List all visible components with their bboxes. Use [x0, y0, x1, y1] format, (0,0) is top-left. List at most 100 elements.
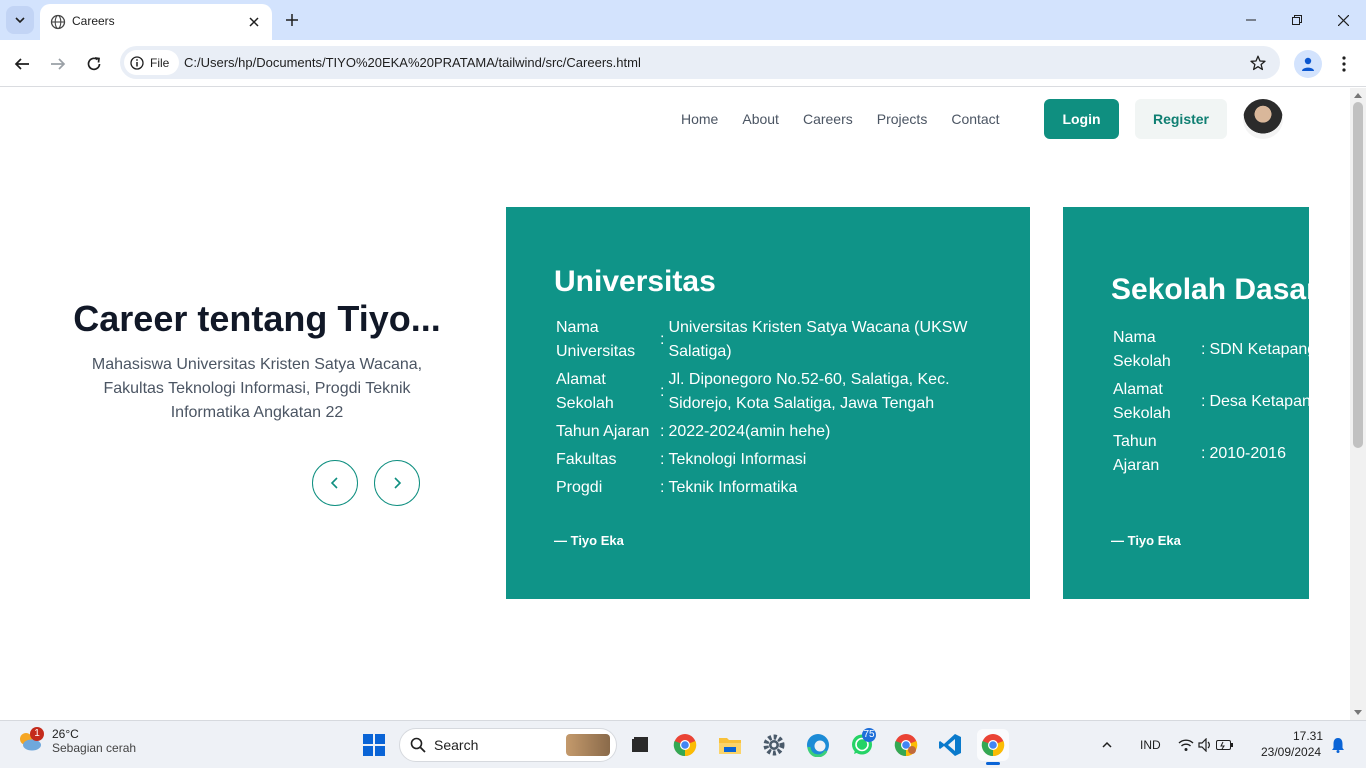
taskbar-file-explorer[interactable]	[714, 729, 746, 761]
taskbar: 26°C Sebagian cerah 1 Search 75 IND 17.3…	[0, 720, 1366, 768]
scroll-up-arrow[interactable]	[1354, 93, 1362, 98]
start-button[interactable]	[358, 729, 390, 761]
search-highlight-image	[566, 734, 610, 756]
row-separator: :	[1201, 445, 1206, 462]
address-bar[interactable]: File C:/Users/hp/Documents/TIYO%20EKA%20…	[120, 46, 1280, 79]
avatar[interactable]	[1243, 99, 1283, 139]
browser-tab[interactable]: Careers	[40, 4, 272, 40]
restore-icon	[1292, 15, 1302, 25]
vscode-icon	[939, 734, 961, 756]
taskbar-vscode[interactable]	[934, 729, 966, 761]
system-tray-quick-settings[interactable]	[1176, 729, 1236, 761]
hero-subtitle: Mahasiswa Universitas Kristen Satya Waca…	[91, 356, 423, 421]
chrome-profile-icon	[894, 734, 918, 757]
weather-temperature: 26°C	[52, 727, 79, 741]
hero-title: Career tentang Tiyo...	[73, 298, 441, 339]
clock-date[interactable]: 23/09/2024	[1261, 745, 1321, 759]
login-button[interactable]: Login	[1044, 99, 1119, 139]
back-button[interactable]	[10, 52, 34, 76]
windows-start-icon	[363, 734, 385, 756]
close-icon	[1337, 14, 1349, 26]
chevron-up-icon	[1102, 741, 1112, 748]
table-row: Alamat Sekolah : Desa Ketapang, Kab.Sema…	[1111, 378, 1309, 426]
page-scrollbar[interactable]	[1350, 88, 1366, 720]
nav-link-careers[interactable]: Careers	[803, 111, 853, 127]
arrow-left-icon	[14, 58, 29, 70]
whatsapp-badge: 75	[862, 728, 876, 742]
row-value: Teknologi Informasi	[668, 451, 807, 468]
arrow-right-icon	[51, 58, 66, 70]
taskbar-search[interactable]: Search	[399, 728, 617, 762]
clock-time[interactable]: 17.31	[1293, 729, 1323, 743]
row-separator: :	[660, 383, 665, 400]
carousel-next-button[interactable]	[374, 460, 420, 506]
register-button[interactable]: Register	[1135, 99, 1227, 139]
nav-link-projects[interactable]: Projects	[877, 111, 928, 127]
chevron-left-icon	[330, 477, 338, 489]
task-view-button[interactable]	[624, 729, 656, 761]
tab-title: Careers	[72, 14, 115, 28]
browser-tab-strip: Careers	[0, 0, 1366, 40]
chrome-icon	[981, 734, 1005, 757]
restore-button[interactable]	[1274, 0, 1320, 40]
plus-icon	[286, 14, 298, 26]
notifications-button[interactable]	[1326, 729, 1350, 761]
tab-search-button[interactable]	[6, 6, 34, 34]
taskbar-chrome-1[interactable]	[669, 729, 701, 761]
row-value: SDN Ketapang	[1209, 341, 1309, 358]
row-separator: :	[660, 451, 665, 468]
site-info-chip[interactable]: File	[124, 50, 180, 75]
taskbar-settings[interactable]	[758, 729, 790, 761]
chevron-down-icon	[15, 17, 25, 24]
url-text[interactable]: C:/Users/hp/Documents/TIYO%20EKA%20PRATA…	[184, 55, 641, 70]
close-icon	[249, 17, 259, 27]
table-row: Tahun Ajaran : 2010-2016	[1111, 430, 1309, 478]
table-row: Nama Sekolah : SDN Ketapang	[1111, 326, 1309, 374]
minimize-button[interactable]	[1228, 0, 1274, 40]
bookmark-button[interactable]	[1248, 53, 1268, 73]
nav-link-about[interactable]: About	[742, 111, 779, 127]
chrome-icon	[673, 734, 697, 757]
more-vertical-icon	[1342, 56, 1346, 72]
row-label: Nama Universitas	[556, 319, 636, 360]
nav-link-home[interactable]: Home	[681, 111, 718, 127]
card-author: — Tiyo Eka	[1111, 533, 1181, 548]
row-label: Alamat Sekolah	[556, 371, 614, 412]
language-indicator[interactable]: IND	[1140, 738, 1161, 752]
show-hidden-icons-button[interactable]	[1095, 729, 1119, 761]
scroll-down-arrow[interactable]	[1354, 710, 1362, 715]
scroll-thumb[interactable]	[1353, 102, 1363, 448]
battery-icon	[1216, 740, 1233, 750]
row-value: 2022-2024(amin hehe)	[668, 423, 831, 440]
table-row: Nama Universitas : Universitas Kristen S…	[554, 316, 974, 364]
career-card-universitas: Universitas Nama Universitas : Universit…	[506, 207, 1030, 599]
folder-icon	[719, 738, 741, 754]
bell-icon	[1332, 738, 1344, 753]
profile-button[interactable]	[1294, 50, 1322, 78]
row-label: Tahun Ajaran	[556, 423, 650, 440]
browser-menu-button[interactable]	[1332, 50, 1356, 78]
card-title: Sekolah Dasar	[1111, 273, 1309, 306]
reload-button[interactable]	[82, 52, 106, 76]
row-separator: :	[660, 423, 665, 440]
card-author: — Tiyo Eka	[554, 533, 624, 548]
career-card-sekolah-dasar: Sekolah Dasar Nama Sekolah : SDN Ketapan…	[1063, 207, 1309, 599]
edge-icon	[807, 734, 829, 757]
card-title: Universitas	[554, 265, 716, 298]
forward-button[interactable]	[46, 52, 70, 76]
close-tab-button[interactable]	[246, 14, 262, 30]
taskbar-chrome-2[interactable]	[890, 729, 922, 761]
card-details-table: Nama Sekolah : SDN Ketapang Alamat Sekol…	[1111, 322, 1309, 482]
new-tab-button[interactable]	[282, 10, 302, 30]
weather-notification-badge: 1	[30, 727, 44, 741]
volume-icon	[1198, 738, 1210, 752]
taskbar-chrome-active[interactable]	[977, 729, 1009, 765]
row-label: Nama Sekolah	[1113, 329, 1171, 370]
taskbar-edge[interactable]	[802, 729, 834, 761]
nav-link-contact[interactable]: Contact	[951, 111, 999, 127]
carousel-prev-button[interactable]	[312, 460, 358, 506]
row-separator: :	[1201, 393, 1206, 410]
row-value: Teknik Informatika	[668, 479, 798, 496]
active-app-indicator	[986, 762, 1000, 765]
close-window-button[interactable]	[1320, 0, 1366, 40]
